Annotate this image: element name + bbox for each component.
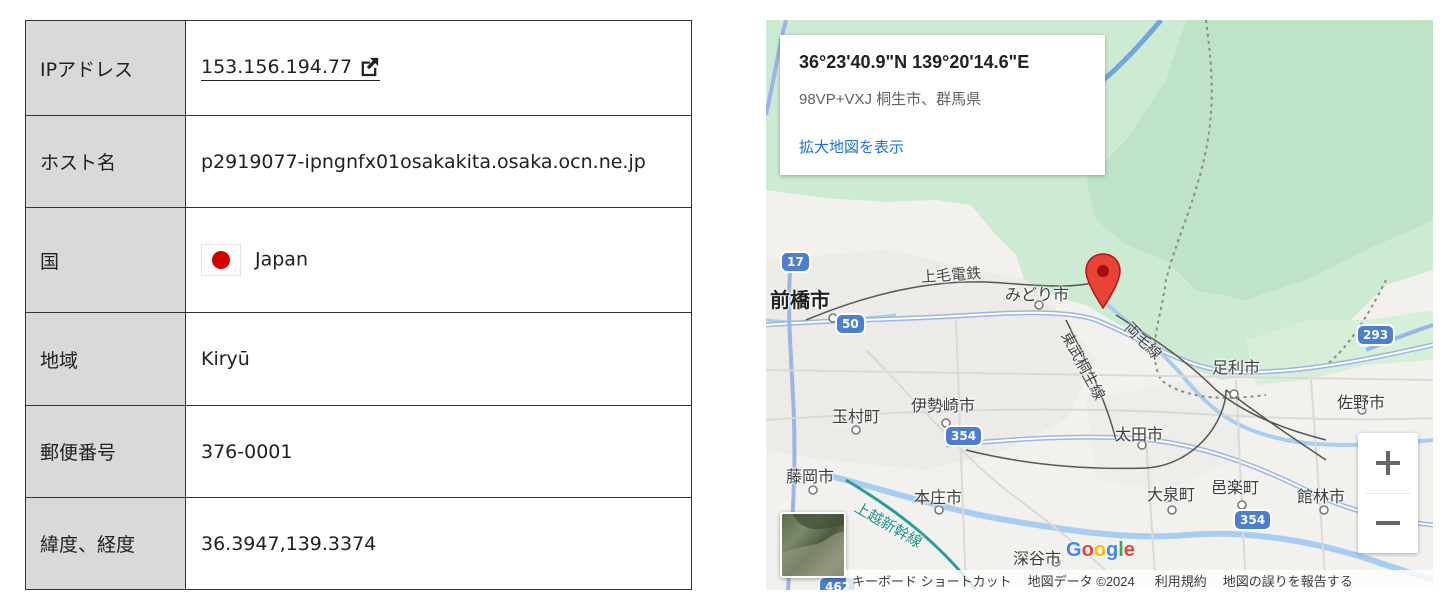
table-row: 地域 Kiryū (25, 312, 692, 406)
lat-lng-value: 36.3947,139.3374 (185, 497, 692, 590)
terms-link[interactable]: 利用規約 (1155, 571, 1207, 590)
table-row: 国 Japan (25, 207, 692, 313)
ip-info-table: IPアドレス 153.156.194.77 ホスト名 p2919077-ipng… (25, 20, 692, 590)
place-maebashi[interactable]: 前橋市 (770, 284, 830, 313)
minus-icon (1376, 521, 1400, 525)
road-shield-293: 293 (1356, 324, 1396, 346)
google-logo: Google (1066, 539, 1135, 562)
japan-flag-icon (201, 244, 241, 276)
ip-address-label: IPアドレス (25, 20, 186, 116)
keyboard-shortcuts-link[interactable]: キーボード ショートカット (852, 571, 1012, 590)
region-label: 地域 (25, 312, 186, 406)
rail-label-jomo: 上毛電鉄 (920, 264, 982, 287)
card-coordinates: 36°23'40.9"N 139°20'14.6"E (799, 52, 1030, 72)
logo-letter: g (1106, 539, 1119, 561)
place-midori[interactable]: みどり市 (1005, 281, 1069, 305)
place-oizumi[interactable]: 大泉町 (1147, 481, 1195, 505)
table-row: IPアドレス 153.156.194.77 (25, 20, 692, 116)
road-shield-354: 354 (1233, 509, 1273, 531)
lat-lng-label: 緯度、経度 (25, 497, 186, 590)
flag-dot (212, 251, 230, 269)
logo-letter: o (1081, 539, 1094, 561)
country-cell: Japan (185, 207, 692, 313)
country-label: 国 (25, 207, 186, 313)
country-value: Japan (255, 248, 308, 271)
map-pin-icon[interactable] (1084, 252, 1122, 310)
place-sano[interactable]: 佐野市 (1337, 389, 1385, 413)
card-plus-code: 98VP+VXJ 桐生市、群馬県 (799, 91, 982, 108)
map-info-card: 36°23'40.9"N 139°20'14.6"E 98VP+VXJ 桐生市、… (780, 35, 1105, 175)
table-row: 緯度、経度 36.3947,139.3374 (25, 497, 692, 590)
zoom-in-button[interactable] (1358, 433, 1418, 493)
zoom-controls (1358, 433, 1418, 553)
embedded-map[interactable]: 前橋市 みどり市 足利市 玉村町 伊勢崎市 佐野市 太田市 藤岡市 本庄市 大泉… (766, 20, 1433, 590)
place-ota[interactable]: 太田市 (1115, 421, 1163, 445)
ip-address-value: 153.156.194.77 (201, 55, 353, 78)
logo-letter: G (1066, 539, 1082, 561)
map-footer: キーボード ショートカット 地図データ ©2024 利用規約 地図の誤りを報告す… (846, 570, 1433, 590)
table-row: 郵便番号 376-0001 (25, 405, 692, 498)
plus-icon (1376, 451, 1400, 475)
place-ora[interactable]: 邑楽町 (1211, 474, 1259, 498)
place-isesaki[interactable]: 伊勢崎市 (911, 392, 975, 416)
postal-code-value: 376-0001 (185, 405, 692, 498)
zoom-out-button[interactable] (1358, 493, 1418, 553)
place-tamamura[interactable]: 玉村町 (832, 403, 880, 427)
place-honjo[interactable]: 本庄市 (914, 484, 962, 508)
place-tatebayashi[interactable]: 館林市 (1297, 483, 1345, 507)
place-ashikaga[interactable]: 足利市 (1212, 354, 1260, 378)
view-larger-map-link[interactable]: 拡大地図を表示 (799, 136, 904, 157)
place-fukaya[interactable]: 深谷市 (1013, 545, 1061, 569)
map-data-attribution: 地図データ ©2024 (1027, 573, 1135, 589)
ip-address-link[interactable]: 153.156.194.77 (201, 55, 381, 81)
road-shield-50: 50 (835, 313, 866, 335)
road-shield-354: 354 (944, 425, 984, 447)
satellite-thumbnail-icon (782, 514, 844, 576)
report-error-link[interactable]: 地図の誤りを報告する (1223, 571, 1353, 590)
road-shield-17: 17 (780, 251, 811, 273)
table-row: ホスト名 p2919077-ipngnfx01osakakita.osaka.o… (25, 115, 692, 208)
postal-code-label: 郵便番号 (25, 405, 186, 498)
place-fujioka[interactable]: 藤岡市 (786, 463, 834, 487)
ip-address-cell: 153.156.194.77 (185, 20, 692, 116)
hostname-label: ホスト名 (25, 115, 186, 208)
logo-letter: e (1123, 539, 1135, 561)
satellite-view-toggle[interactable] (780, 512, 846, 578)
hostname-value: p2919077-ipngnfx01osakakita.osaka.ocn.ne… (185, 115, 692, 208)
external-link-icon (361, 57, 379, 76)
logo-letter: o (1093, 539, 1106, 561)
region-value: Kiryū (185, 312, 692, 406)
